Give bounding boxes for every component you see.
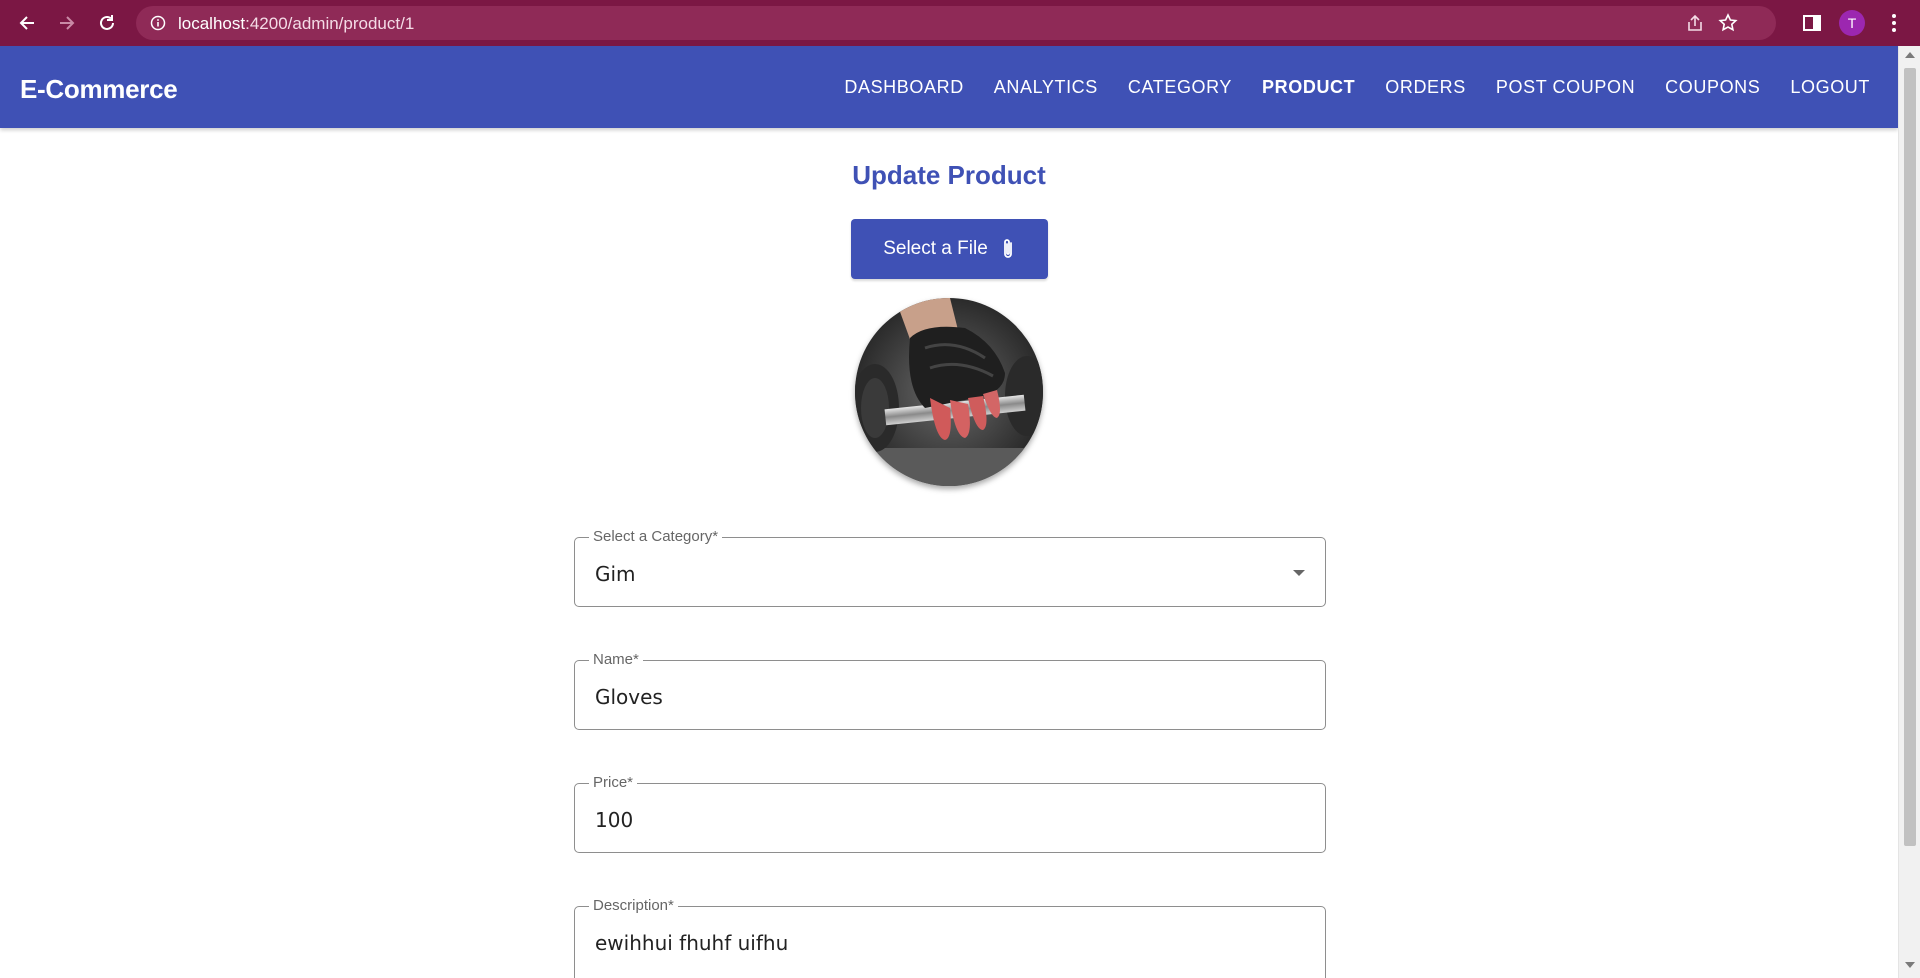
- price-field[interactable]: Price* 100: [574, 774, 1326, 853]
- product-image: [855, 298, 1043, 486]
- app-viewport: E-Commerce DASHBOARD ANALYTICS CATEGORY …: [0, 46, 1898, 978]
- main-nav: DASHBOARD ANALYTICS CATEGORY PRODUCT ORD…: [814, 46, 1870, 128]
- brand-logo[interactable]: E-Commerce: [20, 74, 178, 105]
- url-text[interactable]: localhost:4200/admin/product/1: [178, 14, 414, 34]
- description-value[interactable]: ewihhui fhuhf uifhu: [595, 931, 788, 955]
- nav-product[interactable]: PRODUCT: [1262, 77, 1355, 98]
- side-panel-icon[interactable]: [1801, 12, 1823, 34]
- info-icon[interactable]: [150, 15, 166, 31]
- share-icon[interactable]: [1686, 14, 1704, 32]
- select-file-label: Select a File: [883, 238, 988, 259]
- address-bar[interactable]: localhost:4200/admin/product/1: [136, 6, 1776, 40]
- nav-logout[interactable]: LOGOUT: [1790, 77, 1870, 98]
- nav-analytics[interactable]: ANALYTICS: [994, 77, 1098, 98]
- nav-coupons[interactable]: COUPONS: [1665, 77, 1760, 98]
- back-icon[interactable]: [12, 8, 42, 38]
- description-field[interactable]: Description* ewihhui fhuhf uifhu: [574, 897, 1326, 978]
- price-value[interactable]: 100: [595, 808, 633, 832]
- name-label: Name*: [589, 651, 643, 668]
- bookmark-star-icon[interactable]: [1718, 13, 1738, 33]
- nav-orders[interactable]: ORDERS: [1385, 77, 1466, 98]
- reload-icon[interactable]: [92, 8, 122, 38]
- name-value[interactable]: Gloves: [595, 685, 663, 709]
- category-value: Gim: [595, 562, 636, 586]
- name-field[interactable]: Name* Gloves: [574, 651, 1326, 730]
- nav-post-coupon[interactable]: POST COUPON: [1496, 77, 1635, 98]
- attach-file-icon: [1003, 239, 1012, 258]
- category-label: Select a Category*: [589, 528, 723, 545]
- scroll-down-icon[interactable]: [1905, 962, 1915, 968]
- profile-avatar[interactable]: T: [1839, 10, 1865, 36]
- nav-dashboard[interactable]: DASHBOARD: [844, 77, 963, 98]
- browser-toolbar: localhost:4200/admin/product/1 T: [0, 0, 1920, 46]
- category-select[interactable]: Select a Category* Gim: [574, 528, 1326, 607]
- description-label: Description*: [589, 897, 678, 914]
- top-navbar: E-Commerce DASHBOARD ANALYTICS CATEGORY …: [0, 46, 1898, 128]
- more-options-icon[interactable]: [1884, 10, 1904, 36]
- select-file-button[interactable]: Select a File: [851, 219, 1048, 279]
- dropdown-arrow-icon[interactable]: [1293, 570, 1305, 576]
- page-title: Update Product: [852, 160, 1046, 190]
- price-label: Price*: [589, 774, 638, 791]
- forward-icon[interactable]: [52, 8, 82, 38]
- scroll-up-icon[interactable]: [1905, 52, 1915, 58]
- page-scrollbar[interactable]: [1898, 46, 1920, 978]
- scrollbar-thumb[interactable]: [1904, 68, 1916, 846]
- nav-category[interactable]: CATEGORY: [1128, 77, 1232, 98]
